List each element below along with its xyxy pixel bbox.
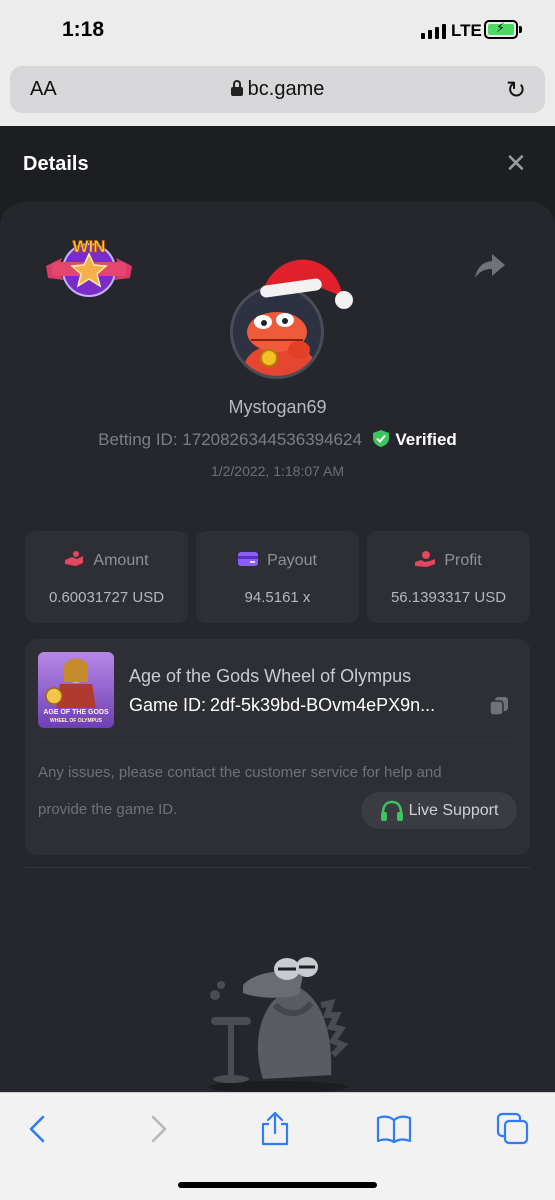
game-card: AGE OF THE GODS WHEEL OF OLYMPUS Age of … bbox=[25, 639, 530, 855]
game-thumbnail-image: AGE OF THE GODS WHEEL OF OLYMPUS bbox=[38, 652, 114, 728]
santa-hat-icon bbox=[260, 259, 353, 309]
live-support-button[interactable]: Live Support bbox=[361, 792, 517, 829]
amount-icon bbox=[65, 551, 84, 566]
stat-payout-value: 94.5161 x bbox=[244, 589, 311, 606]
section-divider bbox=[25, 867, 530, 868]
live-support-label: Live Support bbox=[408, 801, 499, 819]
game-id: Game ID: 2df-5k39bd-BOvm4ePX9n... bbox=[129, 695, 474, 716]
forward-icon[interactable] bbox=[140, 1111, 176, 1147]
username: Mystogan69 bbox=[228, 397, 327, 417]
verified-label: Verified bbox=[395, 430, 457, 449]
stat-amount-value: 0.60031727 USD bbox=[48, 589, 165, 606]
stat-payout-label: Payout bbox=[267, 552, 317, 569]
stat-payout: Payout 94.5161 x bbox=[196, 531, 359, 623]
close-icon[interactable]: ✕ bbox=[505, 148, 527, 179]
game-id-value: 2df-5k39bd-BOvm4ePX9n... bbox=[210, 695, 436, 715]
address-bar[interactable]: AA bc.game ↻ bbox=[10, 66, 545, 113]
url-text: bc.game bbox=[247, 78, 325, 100]
win-badge-text: WIN bbox=[72, 237, 105, 256]
browser-address-area: AA bc.game ↻ bbox=[0, 62, 555, 126]
support-notice-line2: provide the game ID. bbox=[38, 801, 178, 818]
bet-timestamp: 1/2/2022, 1:18:07 AM bbox=[210, 463, 345, 479]
profit-icon bbox=[415, 551, 436, 567]
back-icon[interactable] bbox=[20, 1111, 56, 1147]
stat-amount-label: Amount bbox=[93, 552, 149, 569]
reload-icon[interactable]: ↻ bbox=[506, 76, 526, 105]
divider bbox=[38, 740, 517, 741]
tabs-icon[interactable] bbox=[495, 1111, 531, 1147]
status-time: 1:18 bbox=[62, 18, 105, 41]
url-field[interactable]: bc.game bbox=[10, 78, 545, 101]
game-id-label: Game ID: bbox=[129, 695, 207, 715]
win-badge-icon: WIN bbox=[46, 237, 132, 297]
game-thumbnail[interactable]: AGE OF THE GODS WHEEL OF OLYMPUS bbox=[38, 652, 114, 728]
lock-icon bbox=[230, 80, 243, 96]
betting-id-line: Betting ID: 1720826344536394624 Verified bbox=[0, 430, 555, 450]
details-header: Details ✕ bbox=[0, 126, 555, 202]
network-label: LTE bbox=[451, 21, 482, 40]
signal-icon bbox=[421, 24, 446, 39]
stat-profit: Profit 56.1393317 USD bbox=[367, 531, 530, 623]
betting-id-value: 1720826344536394624 bbox=[182, 430, 362, 449]
battery-tip bbox=[519, 26, 522, 33]
crocodile-mascot-icon bbox=[208, 957, 349, 1093]
betting-id-label: Betting ID: bbox=[98, 430, 178, 449]
copy-icon[interactable] bbox=[489, 696, 509, 716]
home-indicator bbox=[178, 1182, 377, 1188]
status-bar: 1:18 LTE bbox=[0, 0, 555, 62]
stat-profit-label: Profit bbox=[444, 552, 482, 569]
verified-shield-icon bbox=[372, 430, 389, 447]
battery-icon bbox=[484, 20, 518, 39]
game-title: Age of the Gods Wheel of Olympus bbox=[129, 666, 412, 686]
share-sheet-icon[interactable] bbox=[257, 1111, 293, 1147]
payout-card-icon bbox=[238, 552, 259, 566]
stat-profit-value: 56.1393317 USD bbox=[390, 589, 507, 606]
page-title: Details bbox=[23, 153, 89, 175]
stat-amount: Amount 0.60031727 USD bbox=[25, 531, 188, 623]
headset-icon bbox=[380, 800, 403, 821]
share-icon[interactable] bbox=[474, 252, 506, 280]
game-thumb-subtitle: WHEEL OF OLYMPUS bbox=[50, 718, 103, 724]
game-thumb-title: AGE OF THE GODS bbox=[43, 709, 109, 716]
bookmarks-icon[interactable] bbox=[376, 1111, 412, 1147]
support-notice-line1: Any issues, please contact the customer … bbox=[38, 764, 442, 781]
